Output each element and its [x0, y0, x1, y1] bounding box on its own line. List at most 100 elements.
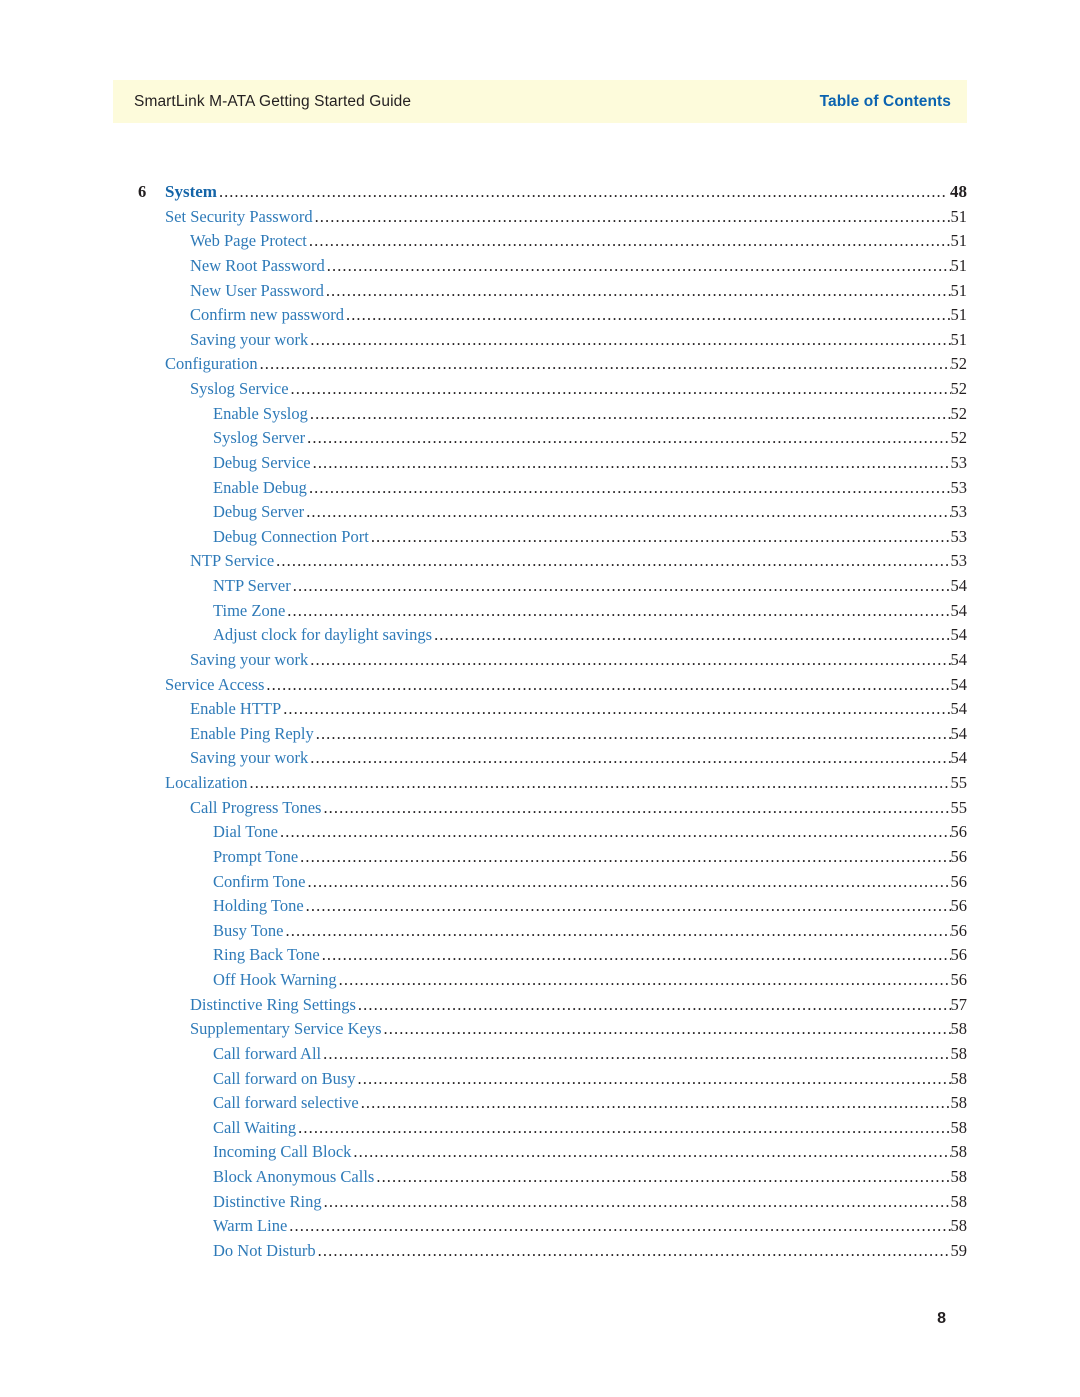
- toc-entry[interactable]: Warm Line...............................…: [113, 1214, 967, 1239]
- toc-entry-page: 54: [950, 699, 968, 719]
- toc-entry-label: Distinctive Ring Settings: [190, 994, 356, 1014]
- toc-entry[interactable]: New Root Password.......................…: [113, 254, 967, 279]
- toc-dot-leader: ........................................…: [310, 649, 950, 669]
- toc-entry[interactable]: Holding Tone............................…: [113, 894, 967, 919]
- toc-entry-page: 53: [950, 526, 968, 546]
- toc-entry-page: 54: [950, 674, 968, 694]
- toc-entry-label: Saving your work: [190, 748, 309, 768]
- toc-entry[interactable]: Configuration...........................…: [113, 352, 967, 377]
- toc-entry[interactable]: Debug Connection Port...................…: [113, 525, 967, 550]
- toc-dot-leader: ........................................…: [292, 576, 951, 595]
- toc-entry[interactable]: Saving your work........................…: [113, 328, 967, 353]
- toc-entry-label: NTP Service: [190, 551, 275, 571]
- toc-dot-leader: ........................................…: [218, 182, 945, 201]
- toc-entry-label: Call forward All: [213, 1043, 322, 1063]
- toc-entry[interactable]: NTP Server..............................…: [113, 574, 967, 599]
- toc-dot-leader: ........................................…: [383, 1019, 951, 1039]
- toc-entry[interactable]: Call forward selective..................…: [113, 1091, 967, 1116]
- toc-entry[interactable]: Prompt Tone.............................…: [113, 845, 967, 870]
- toc-entry-label: Debug Server: [213, 502, 305, 522]
- toc-entry[interactable]: Confirm Tone............................…: [113, 870, 967, 895]
- toc-entry-page: 54: [950, 649, 968, 669]
- toc-entry[interactable]: Call forward on Busy....................…: [113, 1067, 967, 1092]
- toc-entry-label: Syslog Server: [213, 428, 306, 448]
- toc-entry[interactable]: Enable HTTP.............................…: [113, 697, 967, 722]
- toc-entry-label: Adjust clock for daylight savings: [213, 625, 433, 645]
- toc-entry[interactable]: NTP Service.............................…: [113, 549, 967, 574]
- toc-entry[interactable]: Off Hook Warning........................…: [113, 968, 967, 993]
- toc-entry-page: 56: [950, 822, 968, 842]
- toc-entry-label: Off Hook Warning: [213, 970, 337, 989]
- toc-entry[interactable]: Saving your work........................…: [113, 648, 967, 673]
- toc-entry[interactable]: Busy Tone...............................…: [113, 919, 967, 944]
- toc-dot-leader: ........................................…: [285, 920, 951, 940]
- toc-entry[interactable]: Incoming Call Block.....................…: [113, 1140, 967, 1165]
- toc-entry-page: 58: [950, 1093, 968, 1113]
- toc-entry-page: 51: [950, 231, 968, 251]
- toc-entry-label: Service Access: [165, 674, 265, 694]
- toc-entry-page: 56: [950, 896, 968, 916]
- toc-entry[interactable]: New User Password.......................…: [113, 279, 967, 304]
- toc-dot-leader: ........................................…: [280, 822, 951, 842]
- toc-entry[interactable]: Call Progress Tones.....................…: [113, 796, 967, 821]
- toc-entry-label: Prompt Tone: [213, 846, 299, 866]
- toc-entry[interactable]: Time Zone...............................…: [113, 599, 967, 624]
- toc-dot-leader: ........................................…: [310, 329, 950, 349]
- toc-dot-leader: ........................................…: [289, 1216, 950, 1236]
- toc-entry[interactable]: Debug Server............................…: [113, 500, 967, 525]
- toc-dot-leader: ........................................…: [298, 1117, 951, 1137]
- toc-dot-leader: ........................................…: [287, 600, 951, 620]
- toc-entry-page: 51: [950, 255, 968, 275]
- toc-dot-leader: ........................................…: [307, 871, 951, 891]
- toc-entry[interactable]: Localization............................…: [113, 771, 967, 796]
- toc-entry[interactable]: Call Waiting............................…: [113, 1116, 967, 1141]
- toc-entry[interactable]: Web Page Protect........................…: [113, 229, 967, 254]
- toc-entry-label: System: [165, 182, 217, 201]
- toc-entry-label: Block Anonymous Calls: [213, 1167, 375, 1186]
- toc-entry[interactable]: Distinctive Ring........................…: [113, 1190, 967, 1215]
- toc-entry-label: Confirm Tone: [213, 871, 306, 891]
- toc-entry[interactable]: Enable Debug............................…: [113, 476, 967, 501]
- toc-entry[interactable]: Debug Service...........................…: [113, 451, 967, 476]
- toc-entry-label: Syslog Service: [190, 379, 289, 398]
- toc-entry[interactable]: Dial Tone...............................…: [113, 820, 967, 845]
- toc-entry[interactable]: Enable Ping Reply.......................…: [113, 722, 967, 747]
- toc-entry[interactable]: Supplementary Service Keys..............…: [113, 1017, 967, 1042]
- toc-entry-label: Localization: [165, 773, 248, 792]
- toc-entry[interactable]: Syslog Server...........................…: [113, 426, 967, 451]
- toc-entry-label: Time Zone: [213, 600, 286, 620]
- toc-entry-label: Saving your work: [190, 329, 309, 349]
- toc-dot-leader: ........................................…: [300, 846, 950, 866]
- toc-entry[interactable]: Confirm new password....................…: [113, 303, 967, 328]
- toc-dot-leader: ........................................…: [323, 1043, 951, 1063]
- toc-entry-label: Enable HTTP: [190, 699, 282, 719]
- toc-entry-label: Busy Tone: [213, 920, 284, 940]
- toc-entry[interactable]: Saving your work........................…: [113, 746, 967, 771]
- toc-entry-page: 53: [950, 452, 968, 472]
- toc-entry-label: Web Page Protect: [190, 231, 307, 251]
- toc-entry[interactable]: Block Anonymous Calls...................…: [113, 1165, 967, 1190]
- toc-entry-page: 51: [950, 305, 968, 325]
- toc-dot-leader: ........................................…: [315, 723, 951, 743]
- toc-entry-label: Do Not Disturb: [213, 1240, 316, 1260]
- toc-dot-leader: ........................................…: [325, 280, 951, 300]
- toc-entry[interactable]: Service Access..........................…: [113, 673, 967, 698]
- toc-entry-page: 54: [950, 748, 968, 768]
- toc-entry-label: Debug Service: [213, 452, 311, 472]
- toc-entry[interactable]: Enable Syslog...........................…: [113, 402, 967, 427]
- toc-entry[interactable]: Set Security Password...................…: [113, 205, 967, 230]
- toc-entry[interactable]: 6 System.................................…: [113, 180, 967, 205]
- toc-entry-label: Call Waiting: [213, 1117, 297, 1137]
- toc-dot-leader: ........................................…: [306, 502, 950, 522]
- toc-entry[interactable]: Ring Back Tone..........................…: [113, 943, 967, 968]
- toc-entry[interactable]: Distinctive Ring Settings...............…: [113, 993, 967, 1018]
- toc-entry-page: 54: [950, 723, 968, 743]
- toc-entry-page: 55: [950, 797, 968, 817]
- toc-chapter-number: 6: [138, 182, 147, 201]
- toc-entry[interactable]: Syslog Service..........................…: [113, 377, 967, 402]
- toc-entry-page: 56: [950, 920, 968, 940]
- toc-entry-page: 56: [950, 871, 968, 891]
- toc-entry[interactable]: Call forward All........................…: [113, 1042, 967, 1067]
- toc-entry[interactable]: Adjust clock for daylight savings.......…: [113, 623, 967, 648]
- toc-entry[interactable]: Do Not Disturb..........................…: [113, 1239, 967, 1264]
